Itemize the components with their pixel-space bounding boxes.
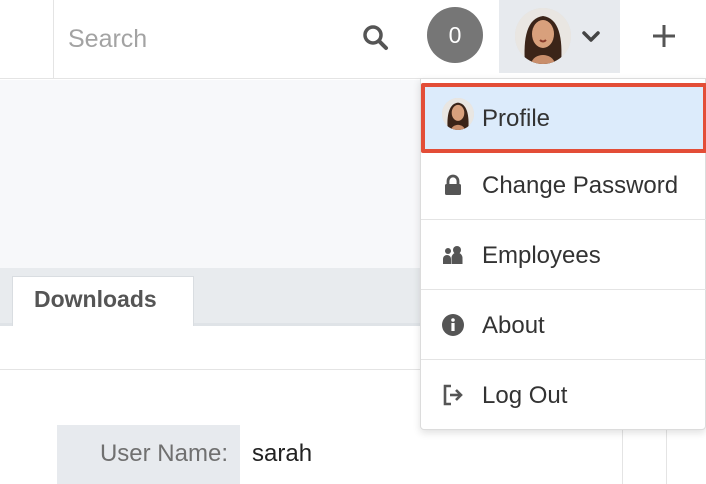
user-menu-button[interactable] (499, 0, 620, 73)
notifications-badge[interactable]: 0 (427, 7, 483, 63)
menu-item-label: Employees (482, 242, 601, 269)
user-name-value: sarah (252, 440, 313, 467)
nav-left-slot (0, 0, 54, 79)
menu-item-profile[interactable]: Profile (421, 83, 706, 153)
chevron-down-icon (579, 25, 603, 49)
user-dropdown-menu: Profile Change Password Employees About … (420, 78, 706, 430)
menu-item-about[interactable]: About (421, 290, 706, 360)
menu-item-change-password[interactable]: Change Password (421, 150, 706, 220)
column-divider (622, 425, 623, 484)
people-icon (441, 243, 465, 267)
tab-downloads[interactable]: Downloads (12, 276, 194, 326)
top-navigation-bar: 0 (0, 0, 706, 79)
avatar (515, 8, 571, 64)
menu-item-label: Profile (482, 105, 551, 132)
menu-item-log-out[interactable]: Log Out (421, 360, 706, 430)
plus-icon[interactable] (648, 20, 680, 52)
user-name-label: User Name: (99, 440, 228, 467)
menu-item-employees[interactable]: Employees (421, 220, 706, 290)
menu-item-label: Change Password (482, 172, 679, 199)
info-icon (441, 313, 465, 337)
menu-item-label: About (482, 312, 545, 339)
avatar (442, 98, 474, 130)
menu-item-label: Log Out (482, 382, 568, 409)
logout-icon (441, 383, 465, 407)
search-icon[interactable] (360, 22, 392, 54)
column-divider (666, 425, 667, 484)
search-input[interactable] (55, 0, 400, 78)
lock-icon (441, 173, 465, 197)
